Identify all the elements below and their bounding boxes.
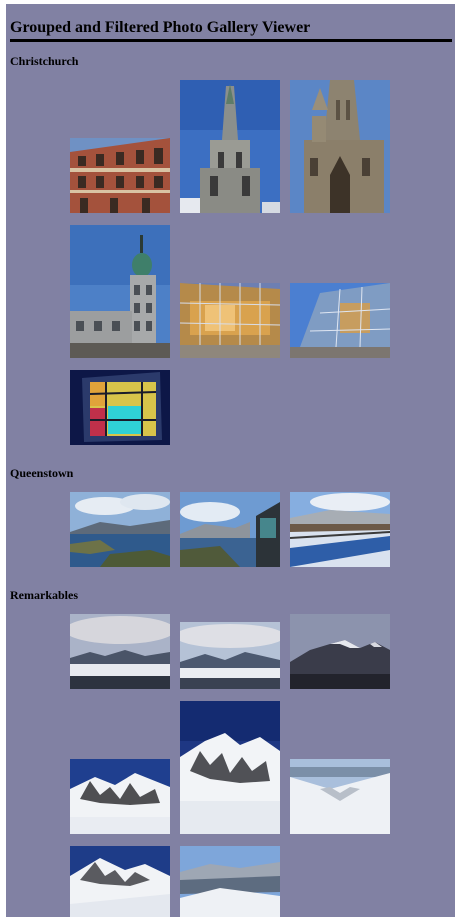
- photo-cloudy-range-2[interactable]: [180, 622, 280, 689]
- photo-brick-facade[interactable]: [70, 138, 170, 213]
- photo-dark-mountains[interactable]: [290, 614, 390, 689]
- photo-snow-valley[interactable]: [290, 759, 390, 834]
- photo-alpine-vista[interactable]: [180, 846, 280, 917]
- group-heading-remarkables: Remarkables: [10, 588, 78, 602]
- photo-cloudy-range-1[interactable]: [70, 614, 170, 689]
- photo-gondola-viewpoint[interactable]: [180, 492, 280, 567]
- group-heading-christchurch: Christchurch: [10, 54, 79, 68]
- photo-snow-peaks-1[interactable]: [70, 759, 170, 834]
- page-title: Grouped and Filtered Photo Gallery Viewe…: [10, 19, 311, 36]
- photo-snow-peak-tall[interactable]: [180, 701, 280, 834]
- gallery-viewer: Grouped and Filtered Photo Gallery Viewe…: [6, 4, 455, 917]
- photo-glass-facade-blue[interactable]: [290, 283, 390, 358]
- photo-snowy-waterfront[interactable]: [290, 492, 390, 567]
- photo-glass-facade-warm[interactable]: [180, 283, 280, 358]
- group-heading-queenstown: Queenstown: [10, 466, 74, 480]
- photo-stone-gothic-tower[interactable]: [290, 80, 390, 213]
- photo-lake-panorama[interactable]: [70, 492, 170, 567]
- photo-stained-glass-window[interactable]: [70, 370, 170, 445]
- photo-snow-slope[interactable]: [70, 846, 170, 917]
- photo-green-dome-building[interactable]: [70, 225, 170, 358]
- photo-cathedral-spire[interactable]: [180, 80, 280, 213]
- title-divider: [10, 39, 452, 42]
